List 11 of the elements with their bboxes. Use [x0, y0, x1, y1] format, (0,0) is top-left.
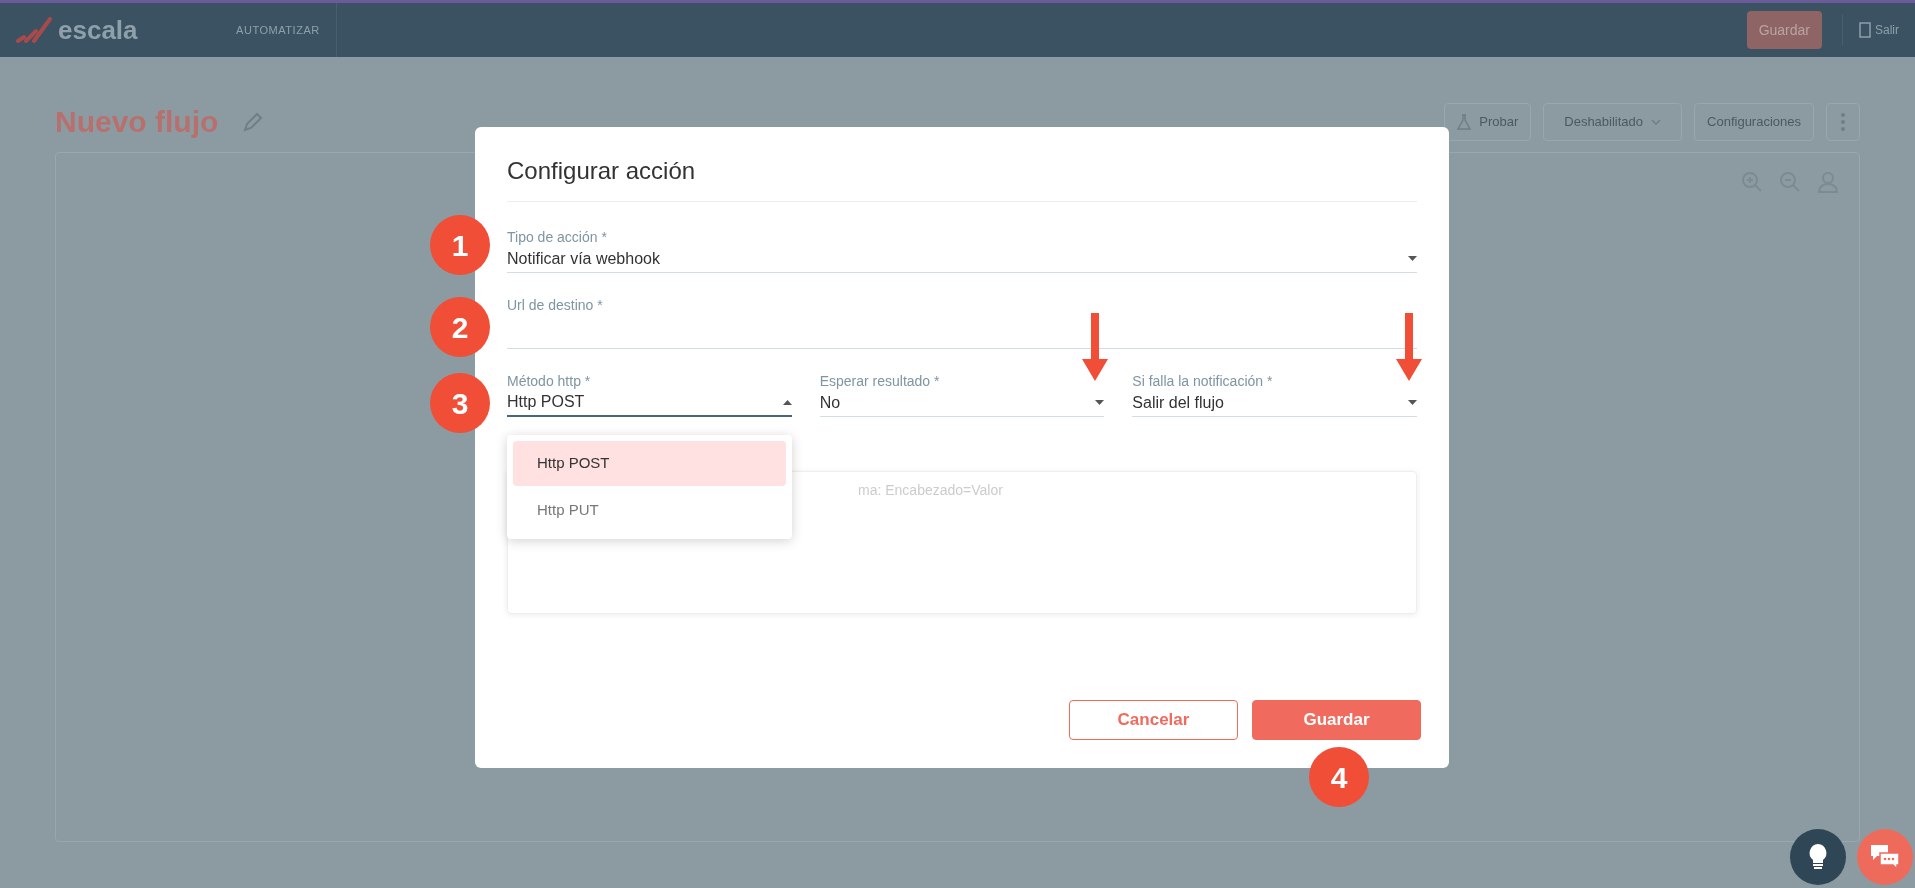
field-label: Método http * — [507, 372, 592, 389]
field-label: Url de destino * — [507, 296, 604, 313]
field-label: Tipo de acción * — [507, 228, 608, 245]
step-number-badge: 4 — [1309, 747, 1369, 807]
step-number-badge: 1 — [430, 215, 490, 275]
step-number-badge: 2 — [430, 297, 490, 357]
field-label: Si falla la notificación * — [1132, 372, 1274, 389]
logo-text: escala — [58, 13, 138, 47]
field-label: Esperar resultado * — [819, 372, 941, 389]
dialog-title: Configurar acción — [507, 153, 1417, 202]
step-number-badge: 3 — [430, 373, 490, 433]
